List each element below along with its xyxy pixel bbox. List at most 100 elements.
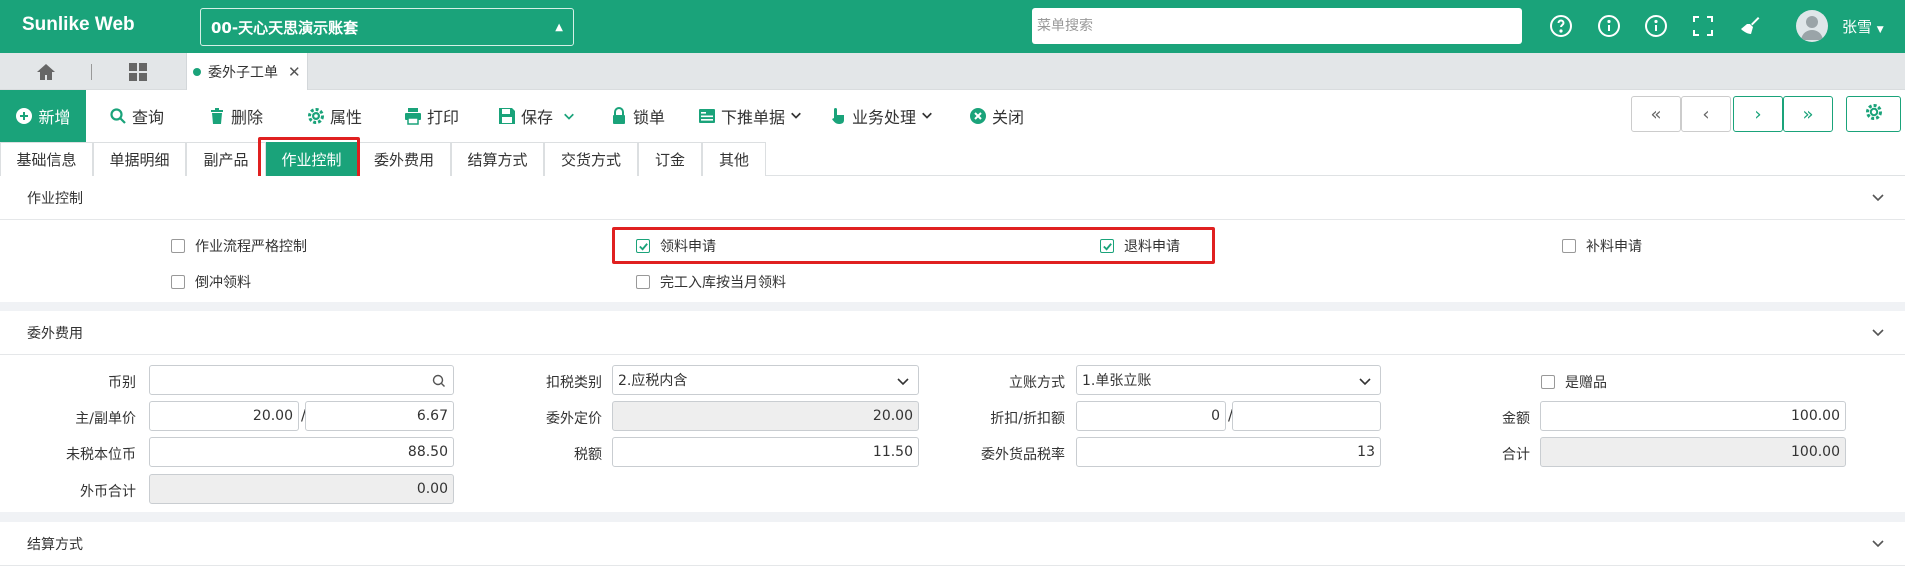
home-icon[interactable] (36, 62, 56, 82)
tab-outsourcing-fee[interactable]: 委外费用 (357, 142, 451, 176)
hand-pointer-icon (829, 107, 847, 125)
checkbox-box[interactable] (1541, 375, 1555, 389)
discount-amount-field[interactable] (1232, 401, 1381, 431)
settings-button[interactable] (1846, 96, 1901, 132)
chevron-down-icon (1358, 374, 1372, 388)
query-button[interactable]: 查询 (109, 90, 164, 142)
new-button[interactable]: 新增 (0, 90, 86, 142)
checkbox-box[interactable] (636, 275, 650, 289)
chevron-down-icon (921, 109, 933, 124)
section-header-control[interactable]: 作业控制 (0, 176, 1905, 220)
menu-search[interactable] (1032, 8, 1522, 44)
clean-icon[interactable] (1738, 14, 1762, 38)
trash-icon (208, 107, 226, 125)
section-gap (0, 512, 1905, 522)
chevron-down-icon[interactable] (1871, 190, 1885, 204)
caret-down-icon: ▼ (1876, 25, 1884, 35)
discount-field[interactable]: 0 (1076, 401, 1226, 431)
chevron-down-icon[interactable] (1871, 325, 1885, 339)
printer-icon (404, 107, 422, 125)
save-icon (498, 107, 516, 125)
print-button[interactable]: 打印 (404, 90, 459, 142)
highlight-box-checkboxes (612, 227, 1215, 264)
section-gap (0, 302, 1905, 311)
outsource-price-field: 20.00 (612, 401, 919, 431)
highlight-box-tab (258, 137, 360, 181)
active-dot (193, 67, 201, 76)
prev-record-button[interactable]: ‹ (1681, 96, 1731, 132)
chevron-left-icon: ‹ (1702, 103, 1710, 125)
about-icon[interactable] (1644, 14, 1668, 38)
currency-field[interactable] (149, 365, 454, 395)
foreign-total-field: 0.00 (149, 474, 454, 504)
divider (91, 64, 92, 80)
doc-tab-label: 委外子工单 (208, 64, 278, 81)
menu-search-input[interactable] (1037, 18, 1517, 34)
amount-field[interactable]: 100.00 (1540, 401, 1846, 431)
goods-tax-rate-field[interactable]: 13 (1076, 437, 1381, 467)
label-goods-tax-rate: 委外货品税率 (981, 447, 1065, 463)
checkbox-strict-control[interactable]: 作业流程严格控制 (171, 236, 307, 256)
checkbox-box[interactable] (171, 275, 185, 289)
chevron-down-icon (790, 109, 802, 124)
section-header-fee[interactable]: 委外费用 (0, 311, 1905, 355)
account-method-select[interactable]: 1.单张立账 (1076, 365, 1381, 395)
user-menu[interactable]: 张雪 ▼ (1842, 16, 1884, 37)
properties-button[interactable]: 属性 (307, 90, 362, 142)
chevron-down-icon[interactable] (1871, 536, 1885, 550)
close-circle-icon (969, 107, 987, 125)
grid-icon[interactable] (128, 62, 148, 82)
checkbox-supplement-apply[interactable]: 补料申请 (1562, 236, 1642, 256)
section-header-settlement[interactable]: 结算方式 (0, 522, 1905, 566)
label-account-method: 立账方式 (1009, 375, 1065, 391)
checkbox-gift[interactable]: 是赠品 (1541, 372, 1607, 392)
tab-other[interactable]: 其他 (702, 142, 766, 176)
label-tax: 税额 (574, 447, 602, 463)
tax-field[interactable]: 11.50 (612, 437, 919, 467)
last-record-button[interactable]: » (1783, 96, 1833, 132)
tab-doc-detail[interactable]: 单据明细 (93, 142, 186, 176)
search-icon (109, 107, 127, 125)
push-down-button[interactable]: 下推单据 (698, 90, 802, 142)
business-button[interactable]: 业务处理 (829, 90, 933, 142)
total-field: 100.00 (1540, 437, 1846, 467)
label-total: 合计 (1502, 447, 1530, 463)
tab-basic-info[interactable]: 基础信息 (0, 142, 93, 176)
tax-type-select[interactable]: 2.应税内含 (612, 365, 919, 395)
checkbox-backflush[interactable]: 倒冲领料 (171, 272, 251, 292)
tab-strip: 委外子工单 ✕ (0, 53, 1905, 90)
next-record-button[interactable]: › (1733, 96, 1783, 132)
checkbox-month-pick[interactable]: 完工入库按当月领料 (636, 272, 786, 292)
close-tab-icon[interactable]: ✕ (288, 63, 301, 81)
checkbox-box[interactable] (171, 239, 185, 253)
label-outsource-price: 委外定价 (546, 411, 602, 427)
account-selector[interactable]: 00-天心天思演示账套 ▲ (200, 8, 574, 46)
price-main-field[interactable]: 20.00 (149, 401, 299, 431)
first-record-button[interactable]: « (1631, 96, 1681, 132)
save-button[interactable]: 保存 (498, 90, 575, 142)
double-chevron-left-icon: « (1650, 103, 1662, 125)
fullscreen-icon[interactable] (1691, 14, 1715, 38)
price-sub-field[interactable]: 6.67 (305, 401, 454, 431)
doc-tab-outsourcing[interactable]: 委外子工单 ✕ (186, 53, 308, 90)
info-icon[interactable] (1597, 14, 1621, 38)
tab-deposit[interactable]: 订金 (638, 142, 702, 176)
checkbox-box[interactable] (1562, 239, 1576, 253)
label-amount: 金额 (1502, 411, 1530, 427)
lock-icon (610, 107, 628, 125)
close-button[interactable]: 关闭 (969, 90, 1024, 142)
delete-button[interactable]: 删除 (208, 90, 263, 142)
label-discount: 折扣/折扣额 (990, 411, 1065, 427)
search-icon[interactable] (432, 374, 446, 388)
help-icon[interactable] (1549, 14, 1573, 38)
tab-by-product[interactable]: 副产品 (186, 142, 266, 176)
gear-icon (1864, 102, 1884, 127)
untaxed-field[interactable]: 88.50 (149, 437, 454, 467)
lock-button[interactable]: 锁单 (610, 90, 665, 142)
chevron-down-icon[interactable] (563, 107, 575, 126)
tab-settlement[interactable]: 结算方式 (451, 142, 544, 176)
avatar[interactable] (1796, 10, 1828, 42)
gear-icon (307, 107, 325, 125)
tab-delivery[interactable]: 交货方式 (544, 142, 638, 176)
document-icon (698, 107, 716, 125)
